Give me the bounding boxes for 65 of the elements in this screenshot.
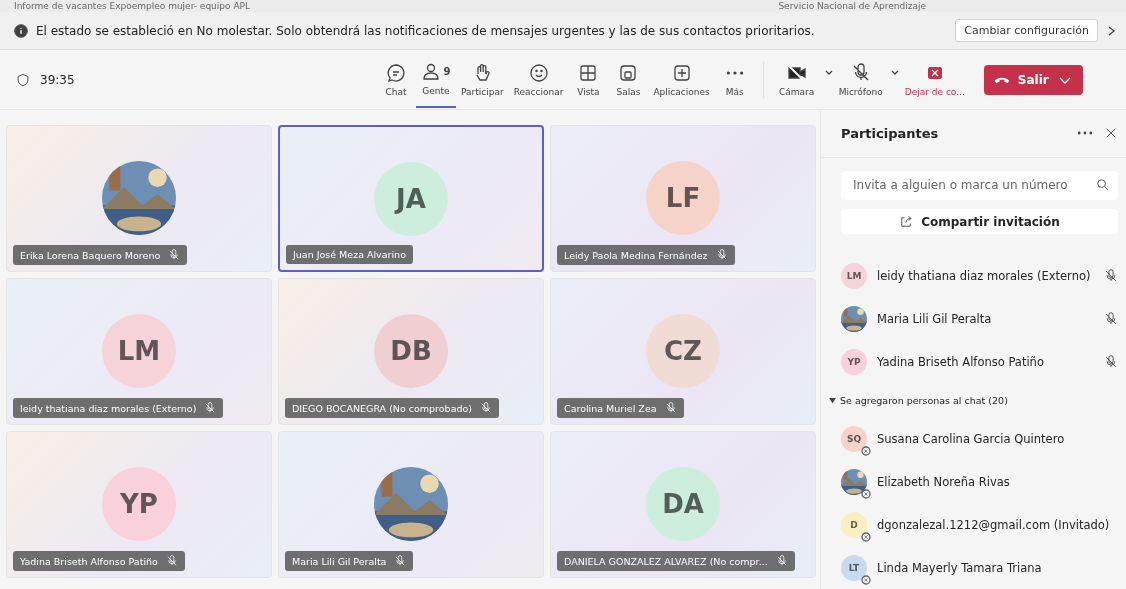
toolbar-button[interactable]: Más bbox=[714, 51, 755, 108]
organization-name: Servicio Nacional de Aprendizaje bbox=[778, 0, 926, 12]
more-icon[interactable] bbox=[1078, 131, 1092, 136]
participant-name: Juan José Meza Alvarino bbox=[293, 249, 406, 260]
avatar: YP bbox=[102, 467, 176, 541]
participant-name: Erika Lorena Baquero Moreno bbox=[20, 249, 161, 261]
toolbar-button[interactable]: Dejar de co... bbox=[899, 51, 970, 108]
participant-name[interactable]: leidy thatiana diaz morales (Externo) bbox=[877, 268, 1094, 283]
avatar: DB bbox=[374, 314, 448, 388]
participant-name: Maria Lili Gil Peralta bbox=[292, 555, 387, 567]
participant-name[interactable]: Elizabeth Noreña Rivas bbox=[877, 474, 1118, 489]
info-icon bbox=[14, 23, 28, 38]
chevron-right-icon[interactable] bbox=[1106, 24, 1116, 37]
avatar: LF bbox=[646, 161, 720, 235]
toolbar-button[interactable]: Salas bbox=[608, 51, 649, 108]
toolbar-button[interactable]: Aplicaciones bbox=[648, 51, 715, 108]
share-icon bbox=[899, 214, 914, 229]
avatar: LM bbox=[841, 262, 867, 289]
participant-name: DIEGO BOCANEGRA (No comprobado) bbox=[292, 402, 473, 414]
participant-name[interactable]: Linda Mayerly Tamara Triana bbox=[877, 560, 1118, 575]
section-header[interactable]: Se agregaron personas al chat (20) bbox=[829, 383, 1008, 417]
participant-name[interactable]: Yadina Briseth Alfonso Patiño bbox=[877, 354, 1094, 369]
blocked-status-icon bbox=[861, 531, 871, 542]
share-invitation-button[interactable]: Compartir invitación bbox=[841, 209, 1118, 234]
window-title: Informe de vacantes Expoempleo mujer- equipo APL bbox=[14, 0, 250, 12]
grid-view-icon bbox=[578, 62, 599, 83]
toolbar-button[interactable]: Cámara bbox=[771, 51, 822, 108]
participant-name: Yadina Briseth Alfonso Patiño bbox=[20, 555, 158, 567]
search-icon bbox=[1096, 178, 1110, 193]
avatar: YP bbox=[841, 348, 867, 375]
search-field[interactable]: Invita a alguien o marca un número bbox=[841, 170, 1118, 201]
smiley-icon bbox=[528, 62, 549, 83]
avatar: LM bbox=[102, 314, 176, 388]
avatar: DA bbox=[646, 467, 720, 541]
shield-icon bbox=[16, 72, 30, 87]
blocked-status-icon bbox=[861, 445, 871, 456]
participant-name: Carolina Muriel Zea bbox=[564, 402, 657, 414]
blocked-status-icon bbox=[861, 574, 871, 585]
participant-name: Leidy Paola Medina Fernández bbox=[564, 249, 708, 261]
triangle-icon bbox=[829, 396, 836, 404]
more-icon bbox=[726, 70, 743, 75]
participant-name: leidy thatiana diaz morales (Externo) bbox=[20, 402, 197, 414]
participant-name: DANIELA GONZALEZ ALVAREZ (No compr... bbox=[564, 555, 768, 567]
participant-name[interactable]: dgonzalezal.1212@gmail.com (Invitado) bbox=[877, 517, 1118, 532]
people-icon bbox=[421, 61, 442, 82]
notification-message: El estado se estableció en No molestar. Solo obtendrá las notificaciones de mensajes urgentes y las de sus contactos prioritarios. bbox=[36, 23, 816, 38]
panel-title: Participantes bbox=[841, 125, 940, 141]
leave-button[interactable]: Salir bbox=[983, 64, 1083, 95]
add-app-icon bbox=[671, 62, 692, 83]
rooms-icon bbox=[618, 62, 639, 83]
toolbar-button[interactable]: Micrófono bbox=[833, 51, 888, 108]
toolbar-button[interactable]: 9 Gente bbox=[416, 51, 456, 108]
participant-name[interactable]: Susana Carolina Garcia Quintero bbox=[877, 431, 1118, 446]
chat-icon bbox=[386, 62, 406, 83]
avatar: JA bbox=[374, 162, 448, 236]
avatar: CZ bbox=[646, 314, 720, 388]
change-settings-button[interactable]: Cambiar configuración bbox=[955, 19, 1098, 42]
toolbar-button[interactable]: Chat bbox=[376, 51, 416, 108]
toolbar-button[interactable]: Reaccionar bbox=[508, 51, 569, 108]
participant-name[interactable]: Maria Lili Gil Peralta bbox=[877, 311, 1094, 326]
people-count: 9 bbox=[443, 66, 451, 77]
toolbar-button[interactable]: Participar bbox=[456, 51, 509, 108]
meeting-timer: 39:35 bbox=[40, 72, 75, 87]
toolbar-button[interactable]: Vista bbox=[568, 51, 609, 108]
blocked-status-icon bbox=[861, 488, 871, 499]
